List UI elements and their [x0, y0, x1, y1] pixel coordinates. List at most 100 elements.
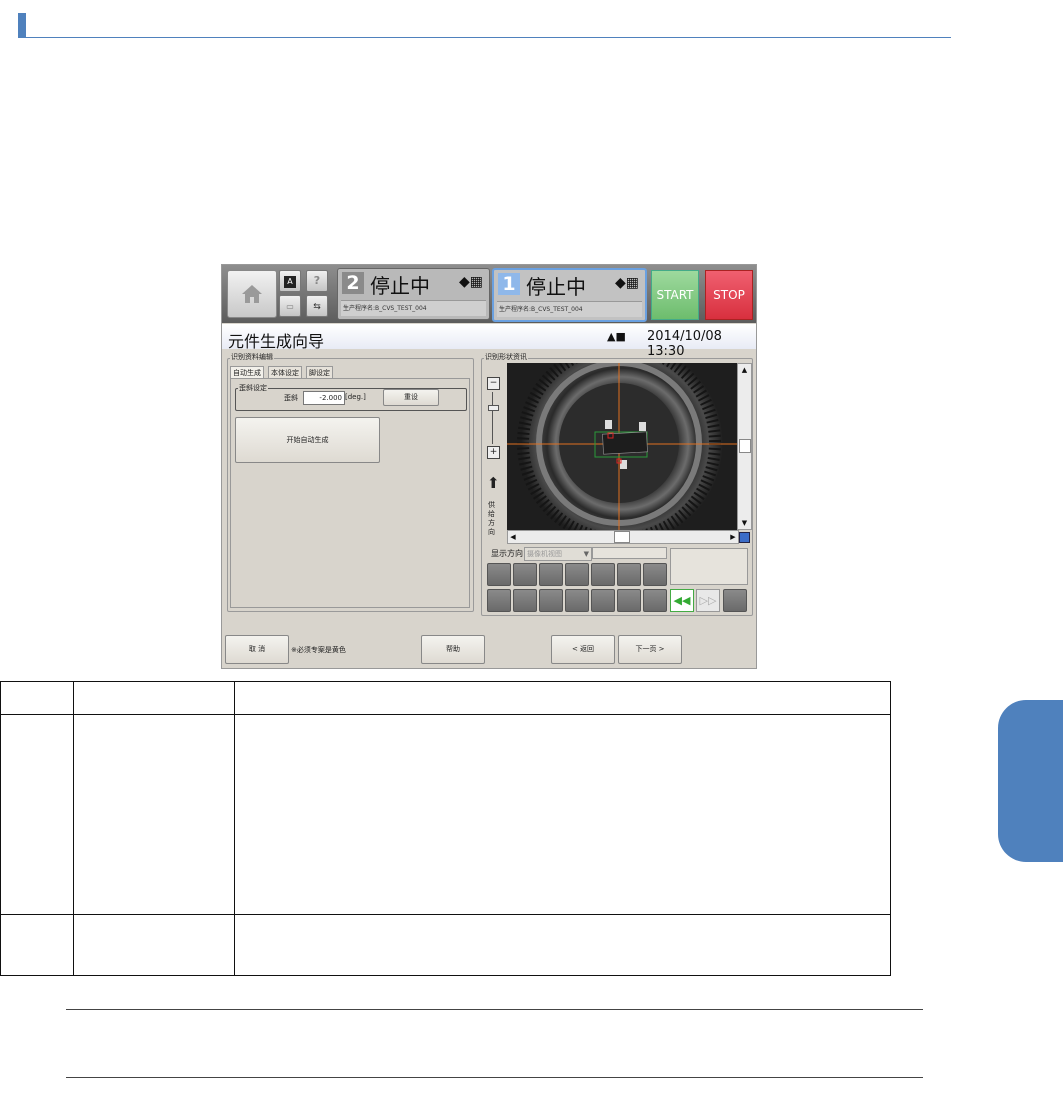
display-direction-label: 显示方向: [491, 549, 523, 558]
tool-button[interactable]: [487, 589, 511, 612]
lane-2-program: 生产程序名:B_CVS_TEST_004: [341, 300, 486, 316]
horizontal-scroll-thumb[interactable]: [614, 531, 630, 543]
note-top-rule: [66, 1009, 923, 1010]
camera-view[interactable]: [507, 363, 737, 530]
feed-direction-label: 供 给 方 向: [488, 501, 498, 537]
tilt-group-title: 歪斜设定: [238, 383, 268, 393]
preview-box: [670, 548, 748, 585]
tilt-unit: [deg.]: [345, 393, 366, 401]
datetime: 2014/10/08 13:30: [647, 329, 722, 359]
tool-button[interactable]: [643, 589, 667, 612]
lane-2-status: 停止中: [370, 274, 430, 298]
camera-overlay: [507, 363, 737, 530]
home-icon: [242, 285, 262, 303]
table-header-row: [0, 681, 891, 715]
home-button[interactable]: [227, 270, 277, 318]
zoom-out-button[interactable]: −: [487, 377, 500, 390]
help-button[interactable]: 帮助: [421, 635, 485, 664]
lane-1-number: 1: [498, 273, 520, 295]
reset-button[interactable]: 重设: [383, 389, 439, 406]
section-marker: [18, 13, 26, 37]
feed-char: 方: [488, 519, 495, 527]
table-cell: [234, 914, 891, 976]
chevron-down-icon: ▼: [583, 550, 589, 558]
window-title: 元件生成向导: [228, 332, 325, 351]
tool-button[interactable]: [591, 589, 615, 612]
tool-button[interactable]: [513, 563, 537, 586]
note-bottom-rule: [66, 1077, 923, 1078]
start-button[interactable]: START: [651, 270, 699, 320]
title-bar: 元件生成向导 ▲■ 2014/10/08 13:30: [222, 324, 756, 359]
tilt-label: 歪斜: [284, 394, 298, 402]
recognition-data-title: 识别资料编辑: [230, 352, 274, 362]
tool-button[interactable]: [617, 563, 641, 586]
rewind-icon[interactable]: ◀◀: [670, 589, 694, 612]
scroll-up-icon: ▲: [741, 366, 748, 374]
scroll-right-icon: ▶: [730, 533, 736, 541]
zoom-slider-handle[interactable]: [488, 405, 499, 411]
top-toolbar: A ? ▭ ⇆ 2 停止中 ◆▦ 生产程序名:B_CVS_TEST_004 1 …: [222, 265, 756, 323]
tool-button[interactable]: [513, 589, 537, 612]
camera-horizontal-scrollbar[interactable]: ◀ ▶: [507, 530, 739, 544]
fit-view-icon[interactable]: [739, 532, 750, 543]
scroll-down-icon: ▼: [741, 519, 748, 527]
question-icon: ?: [313, 274, 321, 287]
table-cell: [73, 681, 235, 715]
operator-button[interactable]: ▭: [279, 295, 301, 317]
table-row: [0, 714, 891, 915]
cancel-button[interactable]: 取 消: [225, 635, 289, 664]
display-direction-select[interactable]: 摄像机视图 ▼: [524, 547, 592, 561]
start-auto-generate-button[interactable]: 开始自动生成: [235, 417, 380, 463]
tool-button[interactable]: [539, 589, 563, 612]
auto-mode-label: A: [284, 276, 296, 288]
tool-button[interactable]: [723, 589, 747, 612]
table-cell: [0, 714, 74, 915]
lane-1-program: 生产程序名:B_CVS_TEST_004: [497, 301, 642, 317]
tilt-input[interactable]: -2.000: [303, 391, 345, 405]
back-button[interactable]: < 返回: [551, 635, 615, 664]
feeder-icon: ⇆: [313, 302, 321, 312]
zoom-in-button[interactable]: +: [487, 446, 500, 459]
tab-panel: [230, 378, 470, 608]
stop-button[interactable]: STOP: [705, 270, 753, 320]
minus-icon: −: [489, 378, 498, 388]
scroll-left-icon: ◀: [510, 533, 516, 541]
feeder-button[interactable]: ⇆: [306, 295, 328, 317]
zoom-slider-track: [492, 392, 493, 444]
lane-2-panel[interactable]: 2 停止中 ◆▦ 生产程序名:B_CVS_TEST_004: [337, 268, 490, 320]
table-cell: [234, 714, 891, 915]
help-question-button[interactable]: ?: [306, 270, 328, 292]
auto-mode-button[interactable]: A: [279, 270, 301, 292]
feed-char: 向: [488, 528, 495, 536]
lane-1-status: 停止中: [526, 275, 586, 299]
fast-forward-icon[interactable]: ▷▷: [696, 589, 720, 612]
camera-vertical-scrollbar[interactable]: ▲ ▼: [737, 363, 752, 530]
info-field: [592, 547, 667, 559]
lane-2-operator-icon: ◆▦: [459, 274, 483, 290]
table-row: [0, 914, 891, 976]
plus-icon: +: [489, 447, 498, 457]
tool-button[interactable]: [617, 589, 641, 612]
machine-screen: A ? ▭ ⇆ 2 停止中 ◆▦ 生产程序名:B_CVS_TEST_004 1 …: [221, 264, 757, 669]
tool-button[interactable]: [565, 589, 589, 612]
required-note: ※必须专案是黄色: [291, 646, 346, 654]
lane-1-panel[interactable]: 1 停止中 ◆▦ 生产程序名:B_CVS_TEST_004: [492, 268, 647, 322]
shape-info-title: 识别形状资讯: [484, 352, 528, 362]
table-cell: [73, 714, 235, 915]
tool-button[interactable]: [487, 563, 511, 586]
chapter-side-tab: [998, 700, 1063, 862]
feed-char: 供: [488, 501, 495, 509]
tool-button[interactable]: [643, 563, 667, 586]
tool-button[interactable]: [565, 563, 589, 586]
vertical-scroll-thumb[interactable]: [739, 439, 751, 453]
tool-button[interactable]: [591, 563, 615, 586]
description-table: [0, 681, 891, 976]
id-card-icon: ▭: [286, 302, 294, 311]
next-button[interactable]: 下一页 >: [618, 635, 682, 664]
table-cell: [234, 681, 891, 715]
feed-char: 给: [488, 510, 495, 518]
user-icon: ▲■: [607, 330, 626, 343]
header-rule: [18, 37, 951, 38]
table-cell: [73, 914, 235, 976]
tool-button[interactable]: [539, 563, 563, 586]
